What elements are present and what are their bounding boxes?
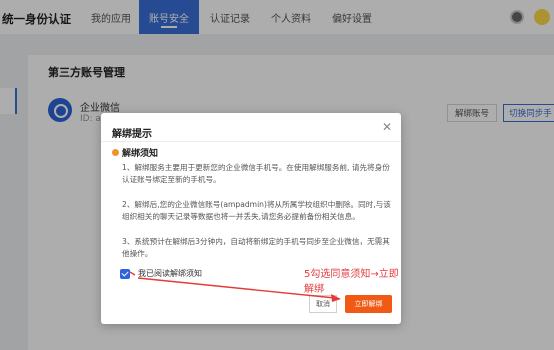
agree-checkbox[interactable] xyxy=(120,269,130,279)
notice-paragraph-2: 2、解绑后,您的企业微信账号(ampadmin)将从所属学校组织中删除。同时,与… xyxy=(122,200,391,221)
annotation-text: 5勾选同意须知→立即解绑 xyxy=(304,269,399,295)
dialog-divider xyxy=(101,141,401,142)
notice-dot-icon xyxy=(112,149,119,156)
notice-title: 解绑须知 xyxy=(122,149,159,159)
close-icon[interactable]: ✕ xyxy=(382,121,392,133)
notice-paragraph-1: 1、解绑服务主要用于更新您的企业微信手机号。在使用解绑服务前, 请先将身份认证账… xyxy=(122,163,390,184)
unbind-dialog: 解绑提示 ✕ 解绑须知 1、解绑服务主要用于更新您的企业微信手机号。在使用解绑服… xyxy=(101,113,401,324)
notice-paragraph-3: 3、系统预计在解绑后3分钟内，自动将新绑定的手机号同步至企业微信，无需其他操作。 xyxy=(122,237,390,258)
agree-checkbox-label[interactable]: 我已阅读解绑须知 xyxy=(138,268,202,279)
confirm-unbind-button[interactable]: 立即解绑 xyxy=(345,295,392,313)
dialog-title: 解绑提示 xyxy=(112,129,152,140)
cancel-button[interactable]: 取消 xyxy=(309,295,337,313)
